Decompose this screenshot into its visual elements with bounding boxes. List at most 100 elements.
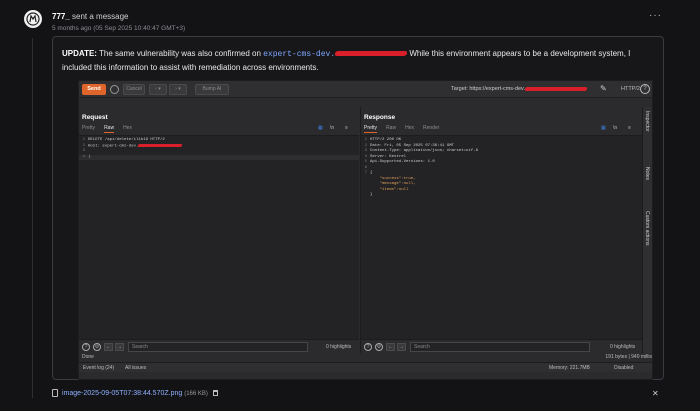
send-button[interactable]: Send <box>82 84 106 95</box>
line-number: 4 <box>82 154 85 159</box>
response-title: Response <box>364 114 396 121</box>
sender-name[interactable]: 777_ <box>52 12 70 21</box>
attachment-filename[interactable]: image-2025-09-05T07:38:44.570Z.png <box>62 390 182 397</box>
tab-raw[interactable]: Raw <box>386 125 396 132</box>
line-text: Date: Fri, 05 Sep 2025 07:36:41 GMT <box>370 143 455 148</box>
back-button[interactable]: ‹ ▾ <box>149 84 167 95</box>
attachment-size: (166 KB) <box>184 390 208 397</box>
line-text: "items":null <box>370 187 409 192</box>
next-match-button[interactable]: → <box>397 343 406 351</box>
disabled-dropdown[interactable]: Disabled <box>614 363 633 373</box>
target-redaction <box>524 86 588 91</box>
search-input[interactable]: Search <box>410 342 590 352</box>
settings-icon[interactable]: ⚙ <box>375 343 383 351</box>
search-input[interactable]: Search <box>128 342 308 352</box>
avatar-logo-icon <box>26 12 40 26</box>
timeline-line <box>32 38 33 398</box>
request-pane: Request Pretty Raw Hex ▦ \n ≡ 1 DELETE /api… <box>79 107 359 353</box>
tab-pretty[interactable]: Pretty <box>82 125 95 132</box>
help-icon[interactable]: ? <box>364 343 372 351</box>
memory-usage: Memory: 221.7MB <box>549 365 590 371</box>
menu-icon[interactable]: ≡ <box>628 125 631 131</box>
tab-render[interactable]: Render <box>423 125 439 132</box>
line-text: } <box>370 193 373 197</box>
message-card: UPDATE: The same vulnerability was also … <box>52 36 664 380</box>
request-title: Request <box>82 114 108 121</box>
menu-icon[interactable]: ≡ <box>345 125 348 131</box>
request-search-bar: ? ⚙ ← → Search 0 highlights <box>79 339 359 353</box>
next-match-button[interactable]: → <box>115 343 124 351</box>
tab-hex[interactable]: Hex <box>405 125 414 132</box>
message-body: UPDATE: The same vulnerability was also … <box>62 47 652 74</box>
target-url: Target: https://expert-cms-dev. <box>451 86 588 92</box>
response-pane: Response Pretty Raw Hex Render ▦ \n ≡ 1 HTTP… <box>360 107 643 353</box>
line-text: HTTP/2 200 OK <box>370 138 402 142</box>
help-icon[interactable]: ? <box>82 343 90 351</box>
tab-raw[interactable]: Raw <box>104 125 115 133</box>
line-text: Content-Type: application/json; charset=… <box>370 149 479 153</box>
side-panel: Inspector Notes Custom actions <box>642 107 652 353</box>
code-line: 4 | <box>79 154 359 160</box>
host-code: expert-cms-dev. <box>263 50 336 59</box>
sender-action: sent a message <box>69 12 129 21</box>
line-text: Api-Supported-Versions: 1.0 <box>370 160 435 164</box>
response-tabs: Pretty Raw Hex Render <box>364 125 448 134</box>
line-text: "message":null, <box>370 182 416 186</box>
tab-hex[interactable]: Hex <box>123 125 132 132</box>
burp-toolbar: Send Cancel ‹ ▾ › ▾ Bump AI Target: http… <box>79 81 652 98</box>
bottom-bar: Event log (24) All issues Memory: 221.7M… <box>79 362 652 373</box>
status-done: Done <box>82 354 94 360</box>
highlights-count: 0 highlights <box>326 344 352 350</box>
response-stats: 191 bytes | 940 millis <box>605 354 652 360</box>
line-text: { <box>370 171 373 175</box>
response-editor[interactable]: 1 HTTP/2 200 OK 2 Date: Fri, 05 Sep 2025 0… <box>361 135 643 340</box>
settings-icon[interactable] <box>110 85 119 94</box>
edit-target-icon[interactable]: ✎ <box>600 84 607 93</box>
side-tab-inspector[interactable]: Inspector <box>644 111 650 132</box>
all-issues-link[interactable]: All issues <box>125 363 146 373</box>
protocol-label[interactable]: HTTP/2 <box>621 86 640 92</box>
response-search-bar: ? ⚙ ← → Search 0 highlights <box>361 339 643 353</box>
side-tab-notes[interactable]: Notes <box>644 167 650 180</box>
text-before: The same vulnerability was also confirme… <box>96 49 264 58</box>
message-timestamp: 5 months ago (05 Sep 2025 10:40:47 GMT+3… <box>52 25 186 32</box>
line-number: 1 <box>82 138 85 142</box>
file-icon <box>52 389 58 397</box>
prev-match-button[interactable]: ← <box>386 343 395 351</box>
line-text: "success":true, <box>370 176 416 181</box>
newline-icon[interactable]: \n <box>330 125 334 131</box>
request-tabs: Pretty Raw Hex <box>82 125 141 134</box>
attachment: image-2025-09-05T07:38:44.570Z.png (166 … <box>52 389 218 397</box>
settings-icon[interactable]: ⚙ <box>93 343 101 351</box>
code-line: } <box>361 193 643 199</box>
line-text: DELETE /api/delete/il1b19 HTTP/2 <box>88 138 165 142</box>
close-icon[interactable]: ✕ <box>652 389 659 398</box>
cancel-button[interactable]: Cancel <box>123 84 145 95</box>
newline-icon[interactable]: \n <box>613 125 617 131</box>
tab-pretty[interactable]: Pretty <box>364 125 378 133</box>
line-number: 7 <box>364 171 367 175</box>
message-header: 777_ sent a message <box>52 12 129 21</box>
line-text: Server: Kestrel <box>370 154 407 159</box>
wrap-icon[interactable]: ▦ <box>601 125 606 131</box>
conversation-view: 777_ sent a message 5 months ago (05 Sep… <box>0 0 700 411</box>
avatar[interactable] <box>24 10 42 28</box>
wrap-icon[interactable]: ▦ <box>318 125 323 131</box>
status-bar: Done 191 bytes | 940 millis <box>79 353 652 362</box>
host-redaction <box>138 143 183 147</box>
prev-match-button[interactable]: ← <box>104 343 113 351</box>
more-options-icon[interactable]: ··· <box>649 11 662 21</box>
redaction-mark <box>334 51 408 57</box>
highlights-count: 0 highlights <box>610 344 636 350</box>
side-tab-custom-actions[interactable]: Custom actions <box>644 211 650 245</box>
burp-screenshot: Send Cancel ‹ ▾ › ▾ Bump AI Target: http… <box>78 80 653 380</box>
forward-button[interactable]: › ▾ <box>169 84 187 95</box>
target-label: Target: https://expert-cms-dev. <box>451 86 525 92</box>
line-text: Host: expert-cms-dev. <box>88 144 139 149</box>
delete-icon[interactable] <box>212 390 218 396</box>
update-label: UPDATE: <box>62 49 97 58</box>
event-log-link[interactable]: Event log (24) <box>83 363 114 373</box>
help-icon[interactable]: ? <box>640 84 650 94</box>
bump-ai-button[interactable]: Bump AI <box>195 84 229 95</box>
request-editor[interactable]: 1 DELETE /api/delete/il1b19 HTTP/2 2 Host:… <box>79 135 359 340</box>
